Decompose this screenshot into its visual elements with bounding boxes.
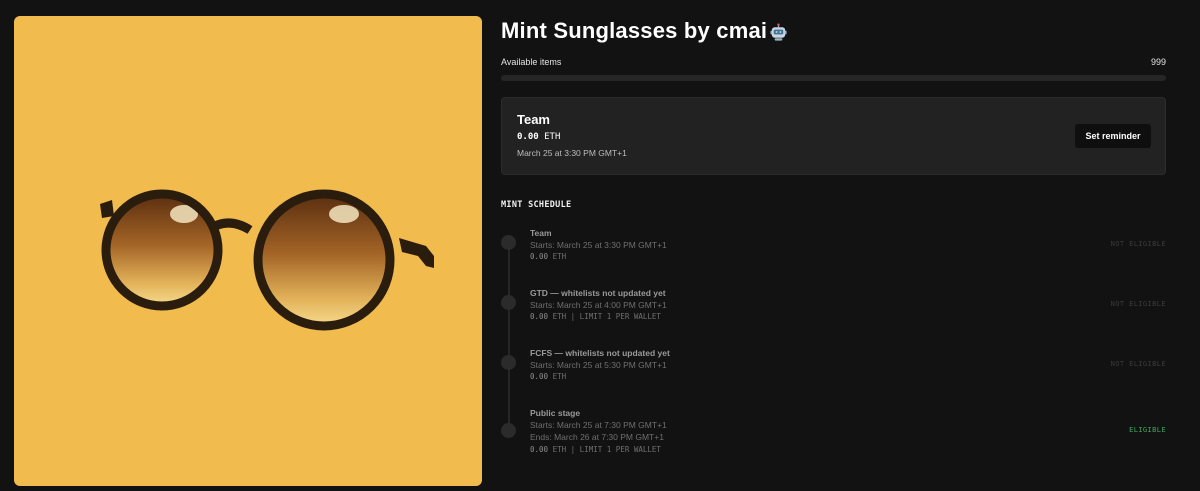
mint-panel: Mint Sunglasses by cmai Available items … [501,0,1166,491]
stage-ends: Ends: March 26 at 7:30 PM GMT+1 [530,432,664,442]
active-stage-price-unit: ETH [544,132,561,142]
active-stage-card: Team 0.00 ETH March 25 at 3:30 PM GMT+1 … [501,97,1166,175]
stage-starts: Starts: March 25 at 3:30 PM GMT+1 [530,240,667,250]
set-reminder-button[interactable]: Set reminder [1075,124,1151,148]
stage-price: 0.00 ETH | LIMIT 1 PER WALLET [530,445,661,454]
stage-price: 0.00 ETH [530,252,566,261]
stage-starts: Starts: March 25 at 4:00 PM GMT+1 [530,300,667,310]
stage-price: 0.00 ETH | LIMIT 1 PER WALLET [530,312,661,321]
stage-name: Team [530,228,552,238]
stage-price-detail: ETH [548,372,567,381]
stage-eligibility: ELIGIBLE [1129,426,1166,434]
stage-name: FCFS — whitelists not updated yet [530,348,670,358]
stage-dot [501,295,516,310]
robot-icon [769,22,788,41]
stage-price-value: 0.00 [530,372,549,381]
stage-eligibility: NOT ELIGIBLE [1110,300,1166,308]
mint-progress-bar [501,75,1166,81]
collection-title: Mint Sunglasses by cmai [501,18,768,43]
availability-row: Available items 999 [501,57,1166,67]
active-stage-price: 0.00 ETH [517,132,560,142]
active-stage-price-value: 0.00 [517,132,539,142]
active-stage-name: Team [517,112,550,127]
available-items-count: 999 [1150,57,1166,67]
stage-eligibility: NOT ELIGIBLE [1110,360,1166,368]
stage-price-value: 0.00 [530,252,549,261]
stage-dot [501,235,516,250]
nft-artwork [14,16,482,486]
stage-dot [501,423,516,438]
page-title: Mint Sunglasses by cmai [501,18,788,44]
stage-price: 0.00 ETH [530,372,566,381]
stage-starts: Starts: March 25 at 7:30 PM GMT+1 [530,420,667,430]
mint-schedule-heading: MINT SCHEDULE [501,200,572,210]
stage-starts: Starts: March 25 at 5:30 PM GMT+1 [530,360,667,370]
timeline-line [508,244,510,430]
available-items-label: Available items [501,57,562,67]
stage-name: Public stage [530,408,581,418]
stage-price-detail: ETH | LIMIT 1 PER WALLET [548,312,661,321]
stage-dot [501,355,516,370]
sunglasses-image [100,189,434,331]
active-stage-date: March 25 at 3:30 PM GMT+1 [517,148,627,158]
stage-eligibility: NOT ELIGIBLE [1110,240,1166,248]
stage-price-detail: ETH | LIMIT 1 PER WALLET [548,445,661,454]
stage-name: GTD — whitelists not updated yet [530,288,666,298]
stage-price-detail: ETH [548,252,567,261]
stage-price-value: 0.00 [530,312,549,321]
stage-price-value: 0.00 [530,445,549,454]
